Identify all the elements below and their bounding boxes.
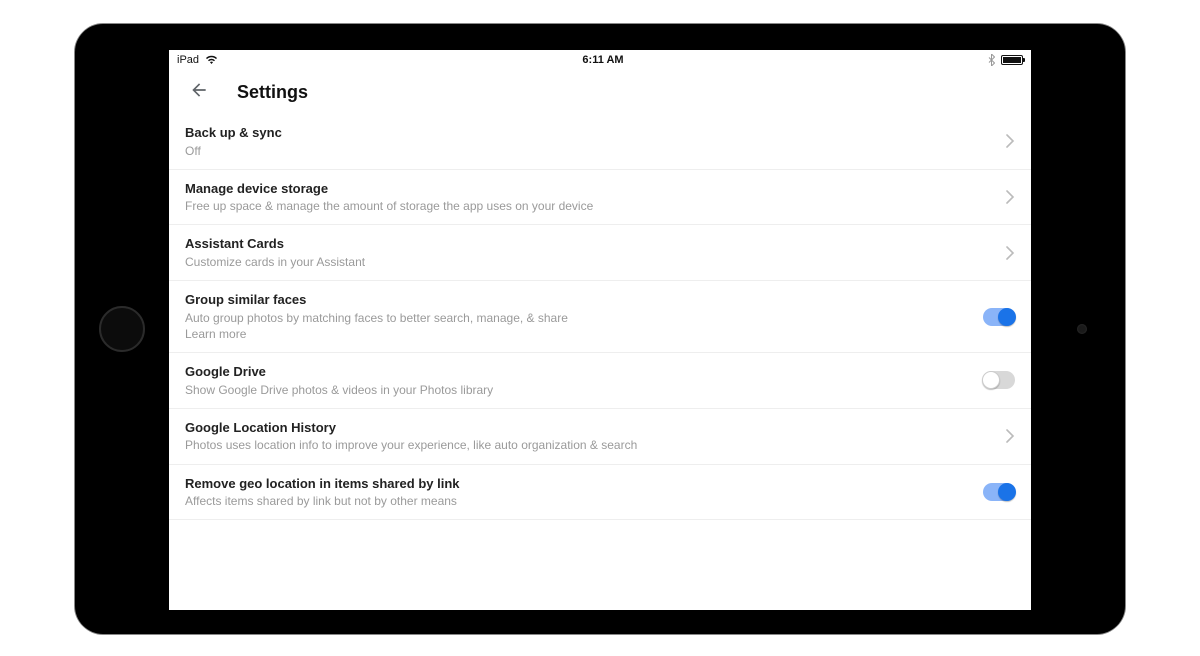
chevron-right-icon xyxy=(1005,190,1015,204)
page-title: Settings xyxy=(237,82,308,103)
settings-list: Back up & sync Off Manage device storage… xyxy=(169,114,1031,520)
bluetooth-icon xyxy=(988,54,995,66)
row-subtitle: Show Google Drive photos & videos in you… xyxy=(185,382,971,398)
battery-icon xyxy=(1001,55,1023,65)
row-subtitle: Affects items shared by link but not by … xyxy=(185,493,971,509)
row-title: Manage device storage xyxy=(185,180,993,198)
row-backup-sync[interactable]: Back up & sync Off xyxy=(169,114,1031,170)
front-camera xyxy=(1077,324,1087,334)
row-subtitle: Free up space & manage the amount of sto… xyxy=(185,198,993,214)
screen: iPad 6:11 AM xyxy=(169,50,1031,610)
chevron-right-icon xyxy=(1005,134,1015,148)
row-location-history[interactable]: Google Location History Photos uses loca… xyxy=(169,409,1031,465)
row-remove-geo[interactable]: Remove geo location in items shared by l… xyxy=(169,465,1031,521)
arrow-left-icon xyxy=(189,80,209,105)
status-time: 6:11 AM xyxy=(582,54,623,66)
row-manage-storage[interactable]: Manage device storage Free up space & ma… xyxy=(169,170,1031,226)
row-title: Google Drive xyxy=(185,363,971,381)
row-title: Google Location History xyxy=(185,419,993,437)
row-title: Group similar faces xyxy=(185,291,971,309)
app-header: Settings xyxy=(169,70,1031,114)
wifi-icon xyxy=(205,55,218,65)
back-button[interactable] xyxy=(181,74,217,110)
row-group-similar-faces[interactable]: Group similar faces Auto group photos by… xyxy=(169,281,1031,353)
chevron-right-icon xyxy=(1005,246,1015,260)
learn-more-link[interactable]: Learn more xyxy=(185,326,971,342)
row-title: Remove geo location in items shared by l… xyxy=(185,475,971,493)
status-carrier: iPad xyxy=(177,54,199,66)
row-subtitle: Photos uses location info to improve you… xyxy=(185,437,993,453)
toggle-remove-geo[interactable] xyxy=(983,483,1015,501)
toggle-group-faces[interactable] xyxy=(983,308,1015,326)
row-assistant-cards[interactable]: Assistant Cards Customize cards in your … xyxy=(169,225,1031,281)
row-subtitle: Customize cards in your Assistant xyxy=(185,254,993,270)
home-button[interactable] xyxy=(99,306,145,352)
status-bar: iPad 6:11 AM xyxy=(169,50,1031,70)
row-title: Back up & sync xyxy=(185,124,993,142)
toggle-google-drive[interactable] xyxy=(983,371,1015,389)
row-google-drive[interactable]: Google Drive Show Google Drive photos & … xyxy=(169,353,1031,409)
ipad-frame: iPad 6:11 AM xyxy=(75,24,1125,634)
chevron-right-icon xyxy=(1005,429,1015,443)
row-title: Assistant Cards xyxy=(185,235,993,253)
row-subtitle: Auto group photos by matching faces to b… xyxy=(185,310,971,326)
row-subtitle: Off xyxy=(185,143,993,159)
